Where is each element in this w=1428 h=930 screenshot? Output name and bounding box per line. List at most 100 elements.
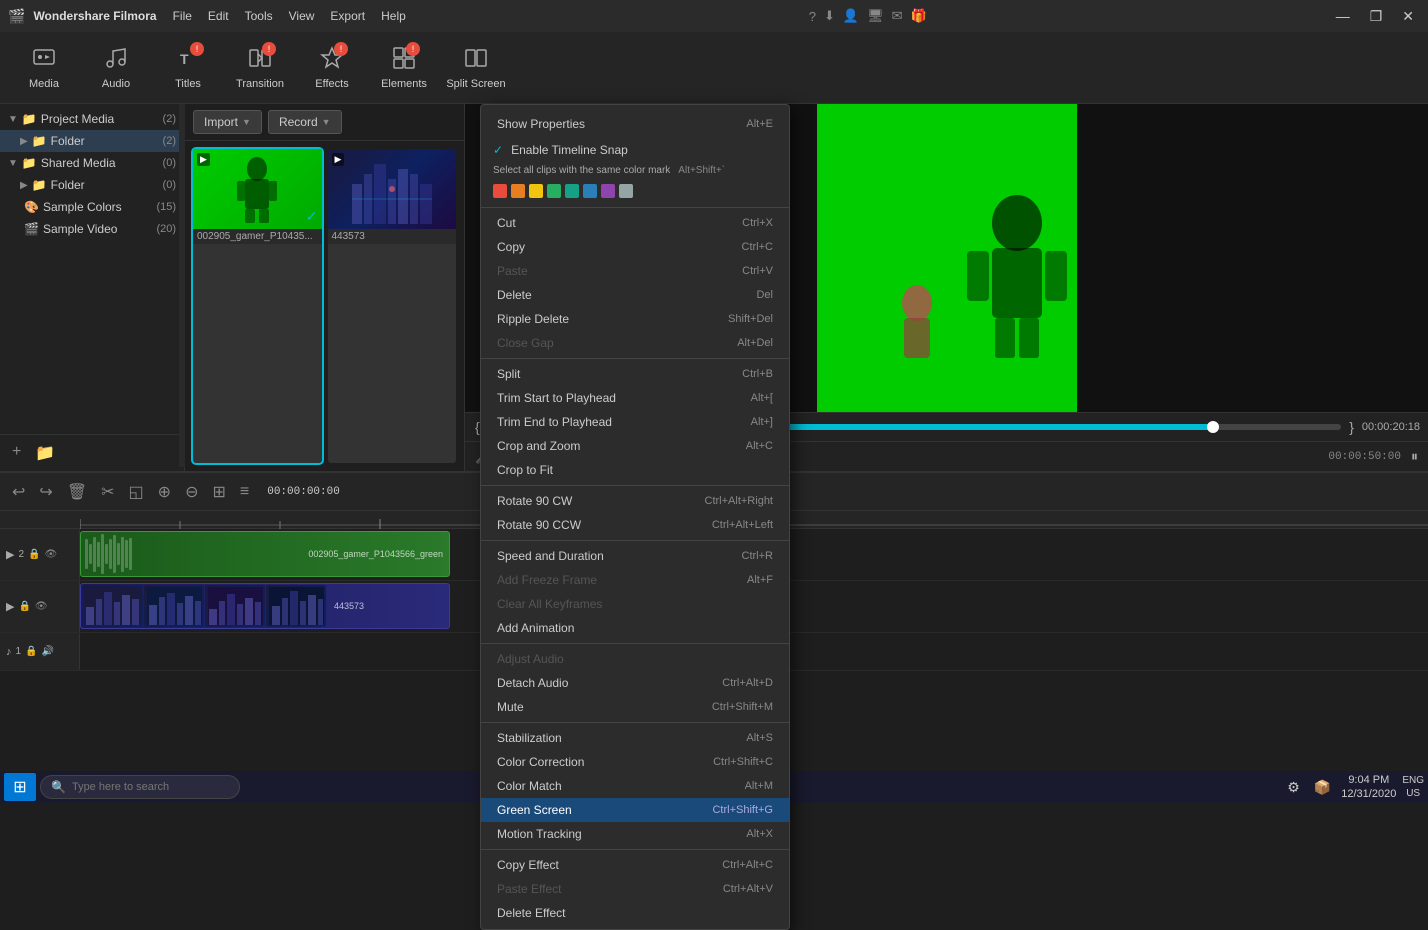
ctx-ripple-delete[interactable]: Ripple Delete Shift+Del — [481, 307, 789, 331]
color-swatch-gray[interactable] — [619, 184, 633, 198]
ctx-motion-tracking[interactable]: Motion Tracking Alt+X — [481, 822, 789, 846]
menu-tools[interactable]: Tools — [245, 9, 273, 23]
ctx-delete[interactable]: Delete Del — [481, 283, 789, 307]
add-folder-button[interactable]: + — [8, 441, 25, 465]
color-swatch-orange[interactable] — [511, 184, 525, 198]
color-swatch-teal[interactable] — [565, 184, 579, 198]
tree-item-sample-video[interactable]: 🎬 Sample Video (20) — [0, 218, 184, 240]
taskbar-datetime[interactable]: 9:04 PM 12/31/2020 — [1341, 773, 1396, 802]
ctx-delete-effect[interactable]: Delete Effect — [481, 901, 789, 925]
color-swatch-green[interactable] — [547, 184, 561, 198]
toolbar-audio-button[interactable]: Audio — [80, 36, 152, 100]
menu-export[interactable]: Export — [330, 9, 365, 23]
ctx-cut[interactable]: Cut Ctrl+X — [481, 211, 789, 235]
ctx-color-correction[interactable]: Color Correction Ctrl+Shift+C — [481, 750, 789, 774]
ctx-trim-end[interactable]: Trim End to Playhead Alt+] — [481, 410, 789, 434]
tree-item-folder[interactable]: ▶ 📁 Folder (2) — [0, 130, 184, 152]
tree-item-sample-colors[interactable]: 🎨 Sample Colors (15) — [0, 196, 184, 218]
search-input[interactable] — [72, 781, 212, 793]
tl-fit-button[interactable]: ⊞ — [208, 480, 229, 504]
transition-icon: ! — [248, 46, 272, 76]
ctx-crop-fit[interactable]: Crop to Fit — [481, 458, 789, 482]
close-button[interactable]: ✕ — [1396, 8, 1420, 25]
color-swatch-yellow[interactable] — [529, 184, 543, 198]
clip-cyber[interactable]: 443573 — [80, 583, 450, 629]
toolbar-effects-button[interactable]: ! Effects — [296, 36, 368, 100]
icon-download[interactable]: ⬇ — [824, 8, 835, 24]
ctx-stabilization[interactable]: Stabilization Alt+S — [481, 726, 789, 750]
icon-monitor[interactable]: 🖥 — [867, 8, 884, 24]
tl-settings-button[interactable]: ≡ — [236, 481, 253, 503]
track-v2-lock[interactable]: 🔒 — [28, 549, 40, 560]
ctx-speed-duration[interactable]: Speed and Duration Ctrl+R — [481, 544, 789, 568]
ctx-mute[interactable]: Mute Ctrl+Shift+M — [481, 695, 789, 719]
color-swatch-red[interactable] — [493, 184, 507, 198]
menu-view[interactable]: View — [289, 9, 315, 23]
minimize-button[interactable]: — — [1330, 8, 1356, 25]
toolbar-media-button[interactable]: Media — [8, 36, 80, 100]
preview-pause-icon[interactable]: ⏸ — [1409, 446, 1420, 467]
icon-gift[interactable]: 🎁 — [911, 8, 927, 24]
toolbar-splitscreen-button[interactable]: Split Screen — [440, 36, 512, 100]
track-cyber-lock[interactable]: 🔒 — [18, 601, 30, 612]
color-swatch-purple[interactable] — [601, 184, 615, 198]
menu-file[interactable]: File — [173, 9, 192, 23]
arrow-icon2: ▶ — [20, 136, 28, 147]
toolbar-elements-button[interactable]: ! Elements — [368, 36, 440, 100]
ctx-paste-label: Paste — [497, 264, 528, 278]
toolbar-titles-button[interactable]: T ! Titles — [152, 36, 224, 100]
maximize-button[interactable]: ❐ — [1364, 8, 1389, 25]
ctx-enable-snap[interactable]: Enable Timeline Snap — [511, 143, 628, 157]
clip-green[interactable]: 002905_gamer_P1043566_green — [80, 531, 450, 577]
tl-cut-button[interactable]: ✂ — [97, 480, 118, 504]
tl-redo-button[interactable]: ↪ — [35, 480, 56, 504]
preview-time: 00:00:20:18 — [1362, 421, 1420, 433]
ctx-rotate-cw[interactable]: Rotate 90 CW Ctrl+Alt+Right — [481, 489, 789, 513]
media-label: Media — [29, 78, 59, 90]
color-swatch-blue[interactable] — [583, 184, 597, 198]
ctx-show-properties[interactable]: Show Properties — [489, 113, 746, 135]
windows-search-bar[interactable]: 🔍 — [40, 775, 240, 799]
track-v2-eye[interactable]: 👁 — [44, 549, 57, 560]
taskbar-apps-icon[interactable]: 📦 — [1310, 779, 1335, 796]
tree-item-folder2[interactable]: ▶ 📁 Folder (0) — [0, 174, 184, 196]
ctx-detach-audio[interactable]: Detach Audio Ctrl+Alt+D — [481, 671, 789, 695]
tl-zoomout-button[interactable]: ⊖ — [181, 480, 202, 504]
ctx-rotate-ccw[interactable]: Rotate 90 CCW Ctrl+Alt+Left — [481, 513, 789, 537]
windows-start-button[interactable]: ⊞ — [4, 773, 36, 801]
preview-slider-thumb[interactable] — [1207, 421, 1219, 433]
menu-help[interactable]: Help — [381, 9, 406, 23]
new-folder-button[interactable]: 📁 — [31, 441, 59, 465]
ctx-motion-shortcut: Alt+X — [746, 828, 773, 840]
menu-edit[interactable]: Edit — [208, 9, 229, 23]
tree-item-shared-media[interactable]: ▼ 📁 Shared Media (0) — [0, 152, 184, 174]
tl-undo-button[interactable]: ↩ — [8, 480, 29, 504]
ctx-crop-zoom[interactable]: Crop and Zoom Alt+C — [481, 434, 789, 458]
tl-delete-button[interactable]: 🗑 — [63, 480, 91, 504]
ctx-add-animation[interactable]: Add Animation — [481, 616, 789, 640]
arrow-icon4: ▶ — [20, 180, 28, 191]
icon-user[interactable]: 👤 — [843, 8, 859, 24]
import-button[interactable]: Import ▼ — [193, 110, 262, 134]
toolbar-transition-button[interactable]: ! Transition — [224, 36, 296, 100]
ctx-copy-effect[interactable]: Copy Effect Ctrl+Alt+C — [481, 853, 789, 877]
icon-support[interactable]: ? — [809, 9, 816, 24]
tl-crop-button[interactable]: ◱ — [125, 480, 148, 504]
track-audio-volume[interactable]: 🔊 — [42, 646, 54, 657]
ctx-color-match[interactable]: Color Match Alt+M — [481, 774, 789, 798]
ctx-trim-start[interactable]: Trim Start to Playhead Alt+[ — [481, 386, 789, 410]
ctx-green-screen[interactable]: Green Screen Ctrl+Shift+G — [481, 798, 789, 822]
resize-handle[interactable] — [179, 104, 185, 467]
icon-mail[interactable]: ✉ — [892, 8, 903, 24]
media-thumb-2[interactable]: ▶ 443573 — [328, 149, 457, 463]
taskbar-settings-icon[interactable]: ⚙ — [1283, 779, 1304, 796]
tl-zoomin-button[interactable]: ⊕ — [154, 480, 175, 504]
track-audio-lock[interactable]: 🔒 — [25, 646, 37, 657]
media-thumb-1[interactable]: ▶ ✓ 002905_gamer_P10435... — [193, 149, 322, 463]
track-cyber-eye[interactable]: 👁 — [35, 601, 48, 612]
tree-item-project-media[interactable]: ▼ 📁 Project Media (2) — [0, 108, 184, 130]
ctx-paste-effect: Paste Effect Ctrl+Alt+V — [481, 877, 789, 901]
ctx-split[interactable]: Split Ctrl+B — [481, 362, 789, 386]
record-button[interactable]: Record ▼ — [268, 110, 342, 134]
ctx-copy[interactable]: Copy Ctrl+C — [481, 235, 789, 259]
